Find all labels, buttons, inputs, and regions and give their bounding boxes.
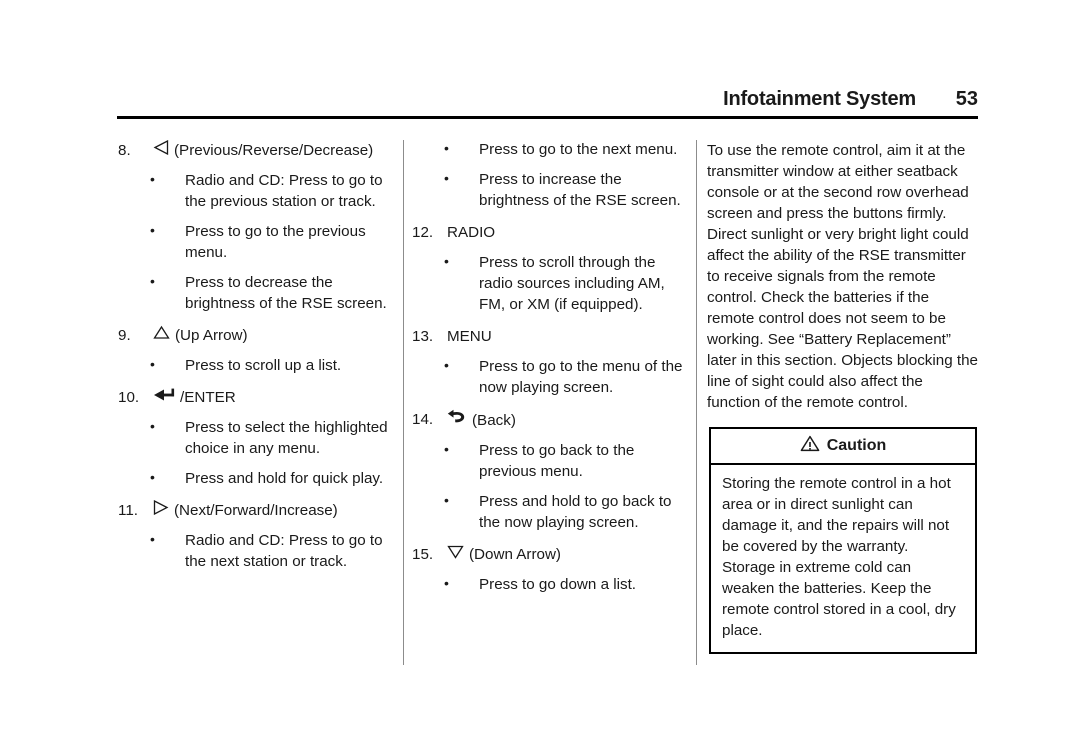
bullet-list-12: Press to scroll through the radio source… xyxy=(412,251,684,315)
page-number: 53 xyxy=(955,88,978,110)
list-item-15: 15. (Down Arrow) xyxy=(412,544,684,565)
item-number: 9. xyxy=(118,327,131,344)
caution-body: Storing the remote control in a hot area… xyxy=(722,475,956,639)
remote-control-paragraph: To use the remote control, aim it at the… xyxy=(707,142,978,411)
item-number: 15. xyxy=(412,546,434,563)
triangle-up-outline-icon xyxy=(153,325,170,346)
item-label: /ENTER xyxy=(180,389,236,406)
list-item: Press to go to the next menu. xyxy=(412,138,684,160)
list-item: Radio and CD: Press to go to the previou… xyxy=(118,169,388,212)
list-item-10: 10. /ENTER xyxy=(118,387,388,408)
middle-column: Press to go to the next menu. Press to i… xyxy=(412,138,684,595)
list-item-13: 13. MENU xyxy=(412,326,684,347)
list-item: Press to go back to the previous menu. xyxy=(412,439,684,482)
page-title: Infotainment System xyxy=(723,88,916,110)
item-number: 10. xyxy=(118,389,140,406)
caution-header: Caution xyxy=(711,429,975,465)
column-divider-left xyxy=(403,140,404,665)
bullet-list-10: Press to select the highlighted choice i… xyxy=(118,416,388,489)
item-label: (Up Arrow) xyxy=(175,327,248,344)
item-number: 14. xyxy=(412,411,434,428)
item-label: (Back) xyxy=(472,411,516,429)
list-item-14: 14. (Back) xyxy=(412,409,684,431)
warning-triangle-icon xyxy=(800,435,820,457)
list-item: Press to select the highlighted choice i… xyxy=(118,416,388,459)
bullet-list-9: Press to scroll up a list. xyxy=(118,354,388,376)
caution-title: Caution xyxy=(826,437,887,454)
item-number: 11. xyxy=(118,502,138,519)
list-item-8: 8. (Previous/Reverse/Decrease) xyxy=(118,139,388,161)
back-curved-arrow-icon xyxy=(447,409,466,431)
header-rule xyxy=(117,116,978,119)
triangle-left-outline-icon xyxy=(153,139,169,161)
list-item-12: 12. RADIO xyxy=(412,222,684,243)
item-label: (Next/Forward/Increase) xyxy=(174,502,338,519)
bullet-list-continued: Press to go to the next menu. Press to i… xyxy=(412,138,684,211)
bullet-list-11: Radio and CD: Press to go to the next st… xyxy=(118,529,388,572)
list-item: Press to go to the menu of the now playi… xyxy=(412,355,684,398)
list-item: Press to increase the brightness of the … xyxy=(412,168,684,211)
caution-box: Caution Storing the remote control in a … xyxy=(709,427,977,654)
bullet-list-15: Press to go down a list. xyxy=(412,573,684,595)
list-item-11: 11. (Next/Forward/Increase) xyxy=(118,499,388,521)
list-item: Press to scroll up a list. xyxy=(118,354,388,376)
list-item: Press and hold for quick play. xyxy=(118,467,388,489)
item-number: 13. xyxy=(412,328,434,345)
item-number: 12. xyxy=(412,224,434,241)
item-label: (Down Arrow) xyxy=(469,546,561,563)
bullet-list-14: Press to go back to the previous menu. P… xyxy=(412,439,684,533)
list-item: Press to go down a list. xyxy=(412,573,684,595)
list-item-9: 9. (Up Arrow) xyxy=(118,325,388,346)
item-label: RADIO xyxy=(447,224,496,241)
right-column: To use the remote control, aim it at the… xyxy=(707,140,979,413)
column-divider-right xyxy=(696,140,697,665)
bullet-list-13: Press to go to the menu of the now playi… xyxy=(412,355,684,398)
list-item: Press to decrease the brightness of the … xyxy=(118,271,388,314)
item-label: (Previous/Reverse/Decrease) xyxy=(174,142,374,159)
enter-return-arrow-icon xyxy=(153,387,179,408)
item-label: MENU xyxy=(447,328,492,345)
bullet-list-8: Radio and CD: Press to go to the previou… xyxy=(118,169,388,314)
left-column: 8. (Previous/Reverse/Decrease) Radio and… xyxy=(118,139,388,572)
triangle-right-outline-icon xyxy=(153,499,169,521)
list-item: Press to scroll through the radio source… xyxy=(412,251,684,315)
list-item: Press to go to the previous menu. xyxy=(118,220,388,263)
page-header: Infotainment System 53 xyxy=(117,88,978,122)
list-item: Press and hold to go back to the now pla… xyxy=(412,490,684,533)
triangle-down-outline-icon xyxy=(447,544,464,565)
item-number: 8. xyxy=(118,142,131,159)
list-item: Radio and CD: Press to go to the next st… xyxy=(118,529,388,572)
